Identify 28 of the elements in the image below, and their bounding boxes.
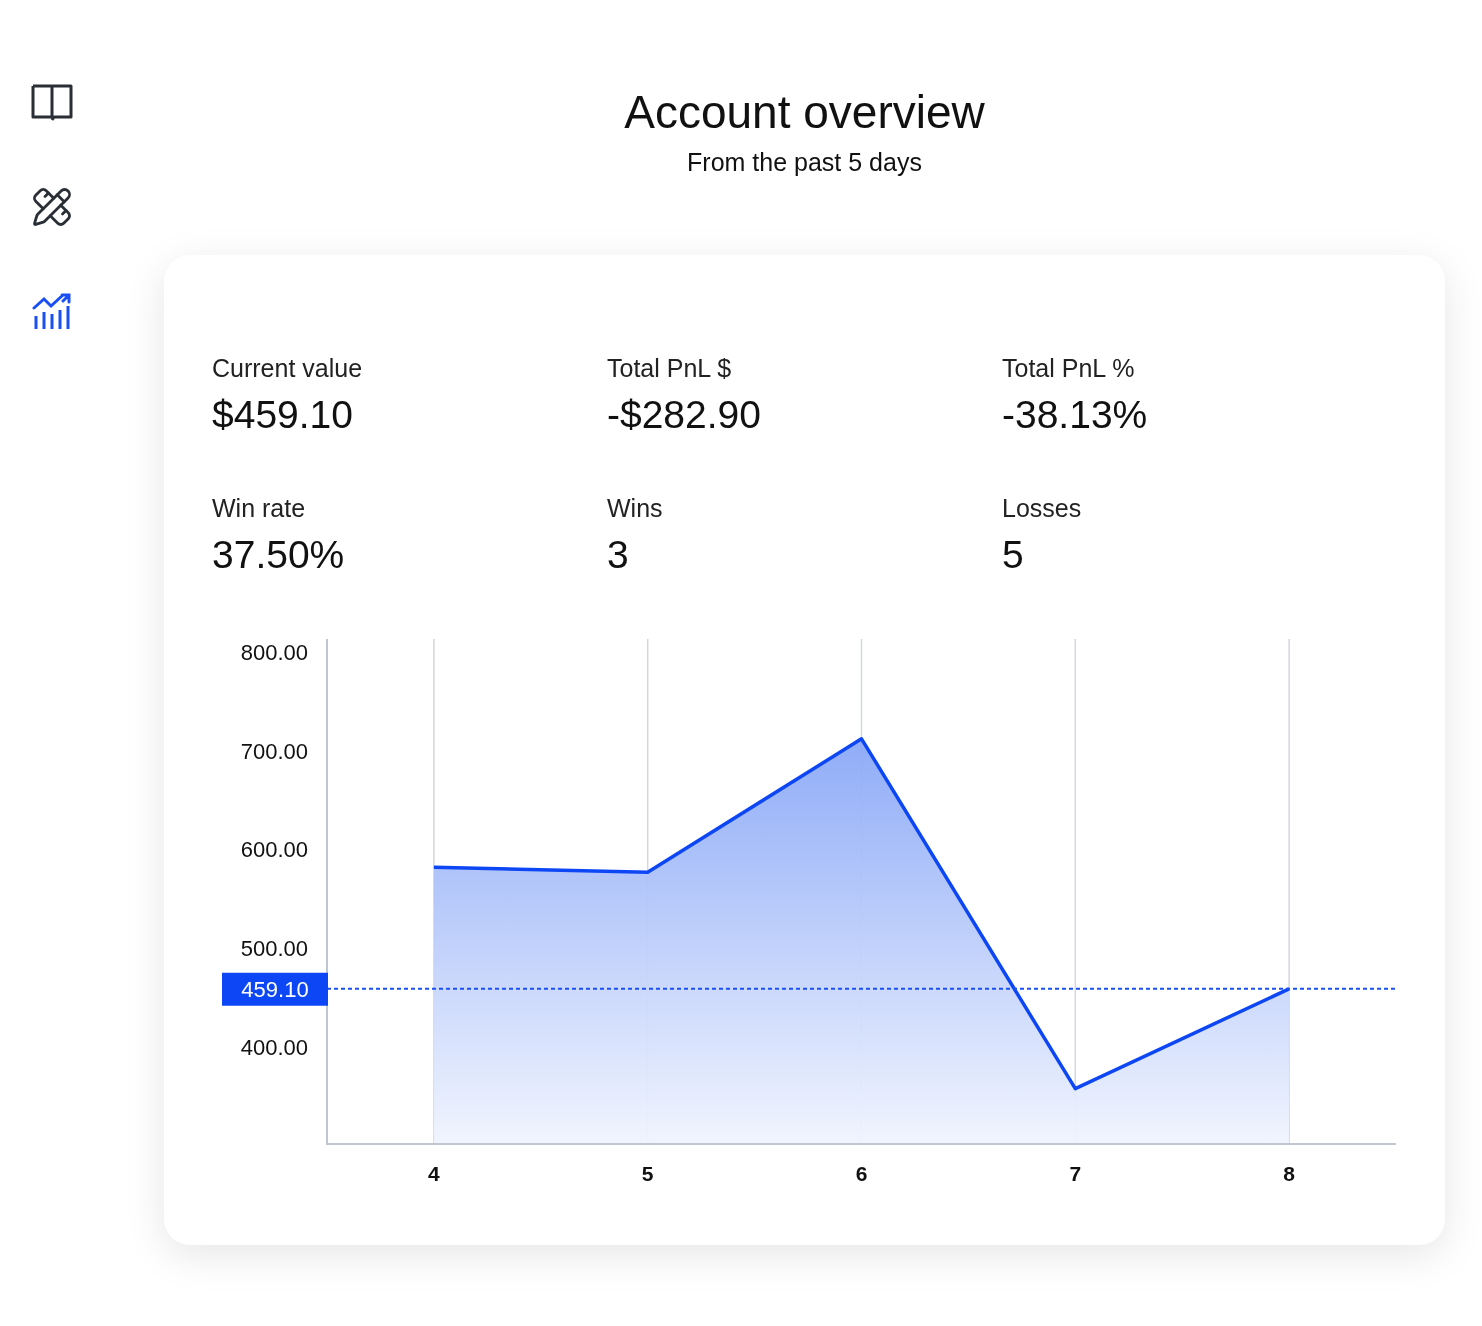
chart-icon [32,292,72,330]
stat-label: Win rate [212,493,307,523]
page-subtitle: From the past 5 days [686,148,923,177]
y-tick-label: 500.00 [240,936,308,962]
x-tick-label: 4 [428,1162,440,1185]
y-tick-label: 600.00 [240,837,308,863]
x-tick-label: 6 [855,1162,868,1185]
x-tick-label: 5 [641,1162,654,1185]
stat-label: Wins [607,493,664,523]
stat-label: Current value [212,353,364,383]
value-marker-label: 459.10 [241,976,309,1002]
y-tick-label: 800.00 [240,639,308,665]
stat-label: Total PnL % [1002,353,1136,383]
pencil-ruler-icon [31,186,73,228]
stat-value: 5 [1002,532,1025,578]
stat-value: $459.10 [212,392,354,438]
stat-value: 3 [607,532,630,578]
x-tick-label: 8 [1283,1162,1295,1185]
stat-value: 37.50% [212,532,346,578]
page-title: Account overview [623,86,986,138]
y-tick-label: 700.00 [240,738,308,764]
stat-value: -38.13% [1002,392,1149,438]
y-tick-label: 400.00 [240,1035,308,1061]
stat-label: Losses [1002,493,1083,523]
book-icon [31,84,73,122]
stat-value: -$282.90 [607,392,762,438]
x-tick-label: 7 [1069,1162,1082,1185]
stat-label: Total PnL $ [607,353,733,383]
